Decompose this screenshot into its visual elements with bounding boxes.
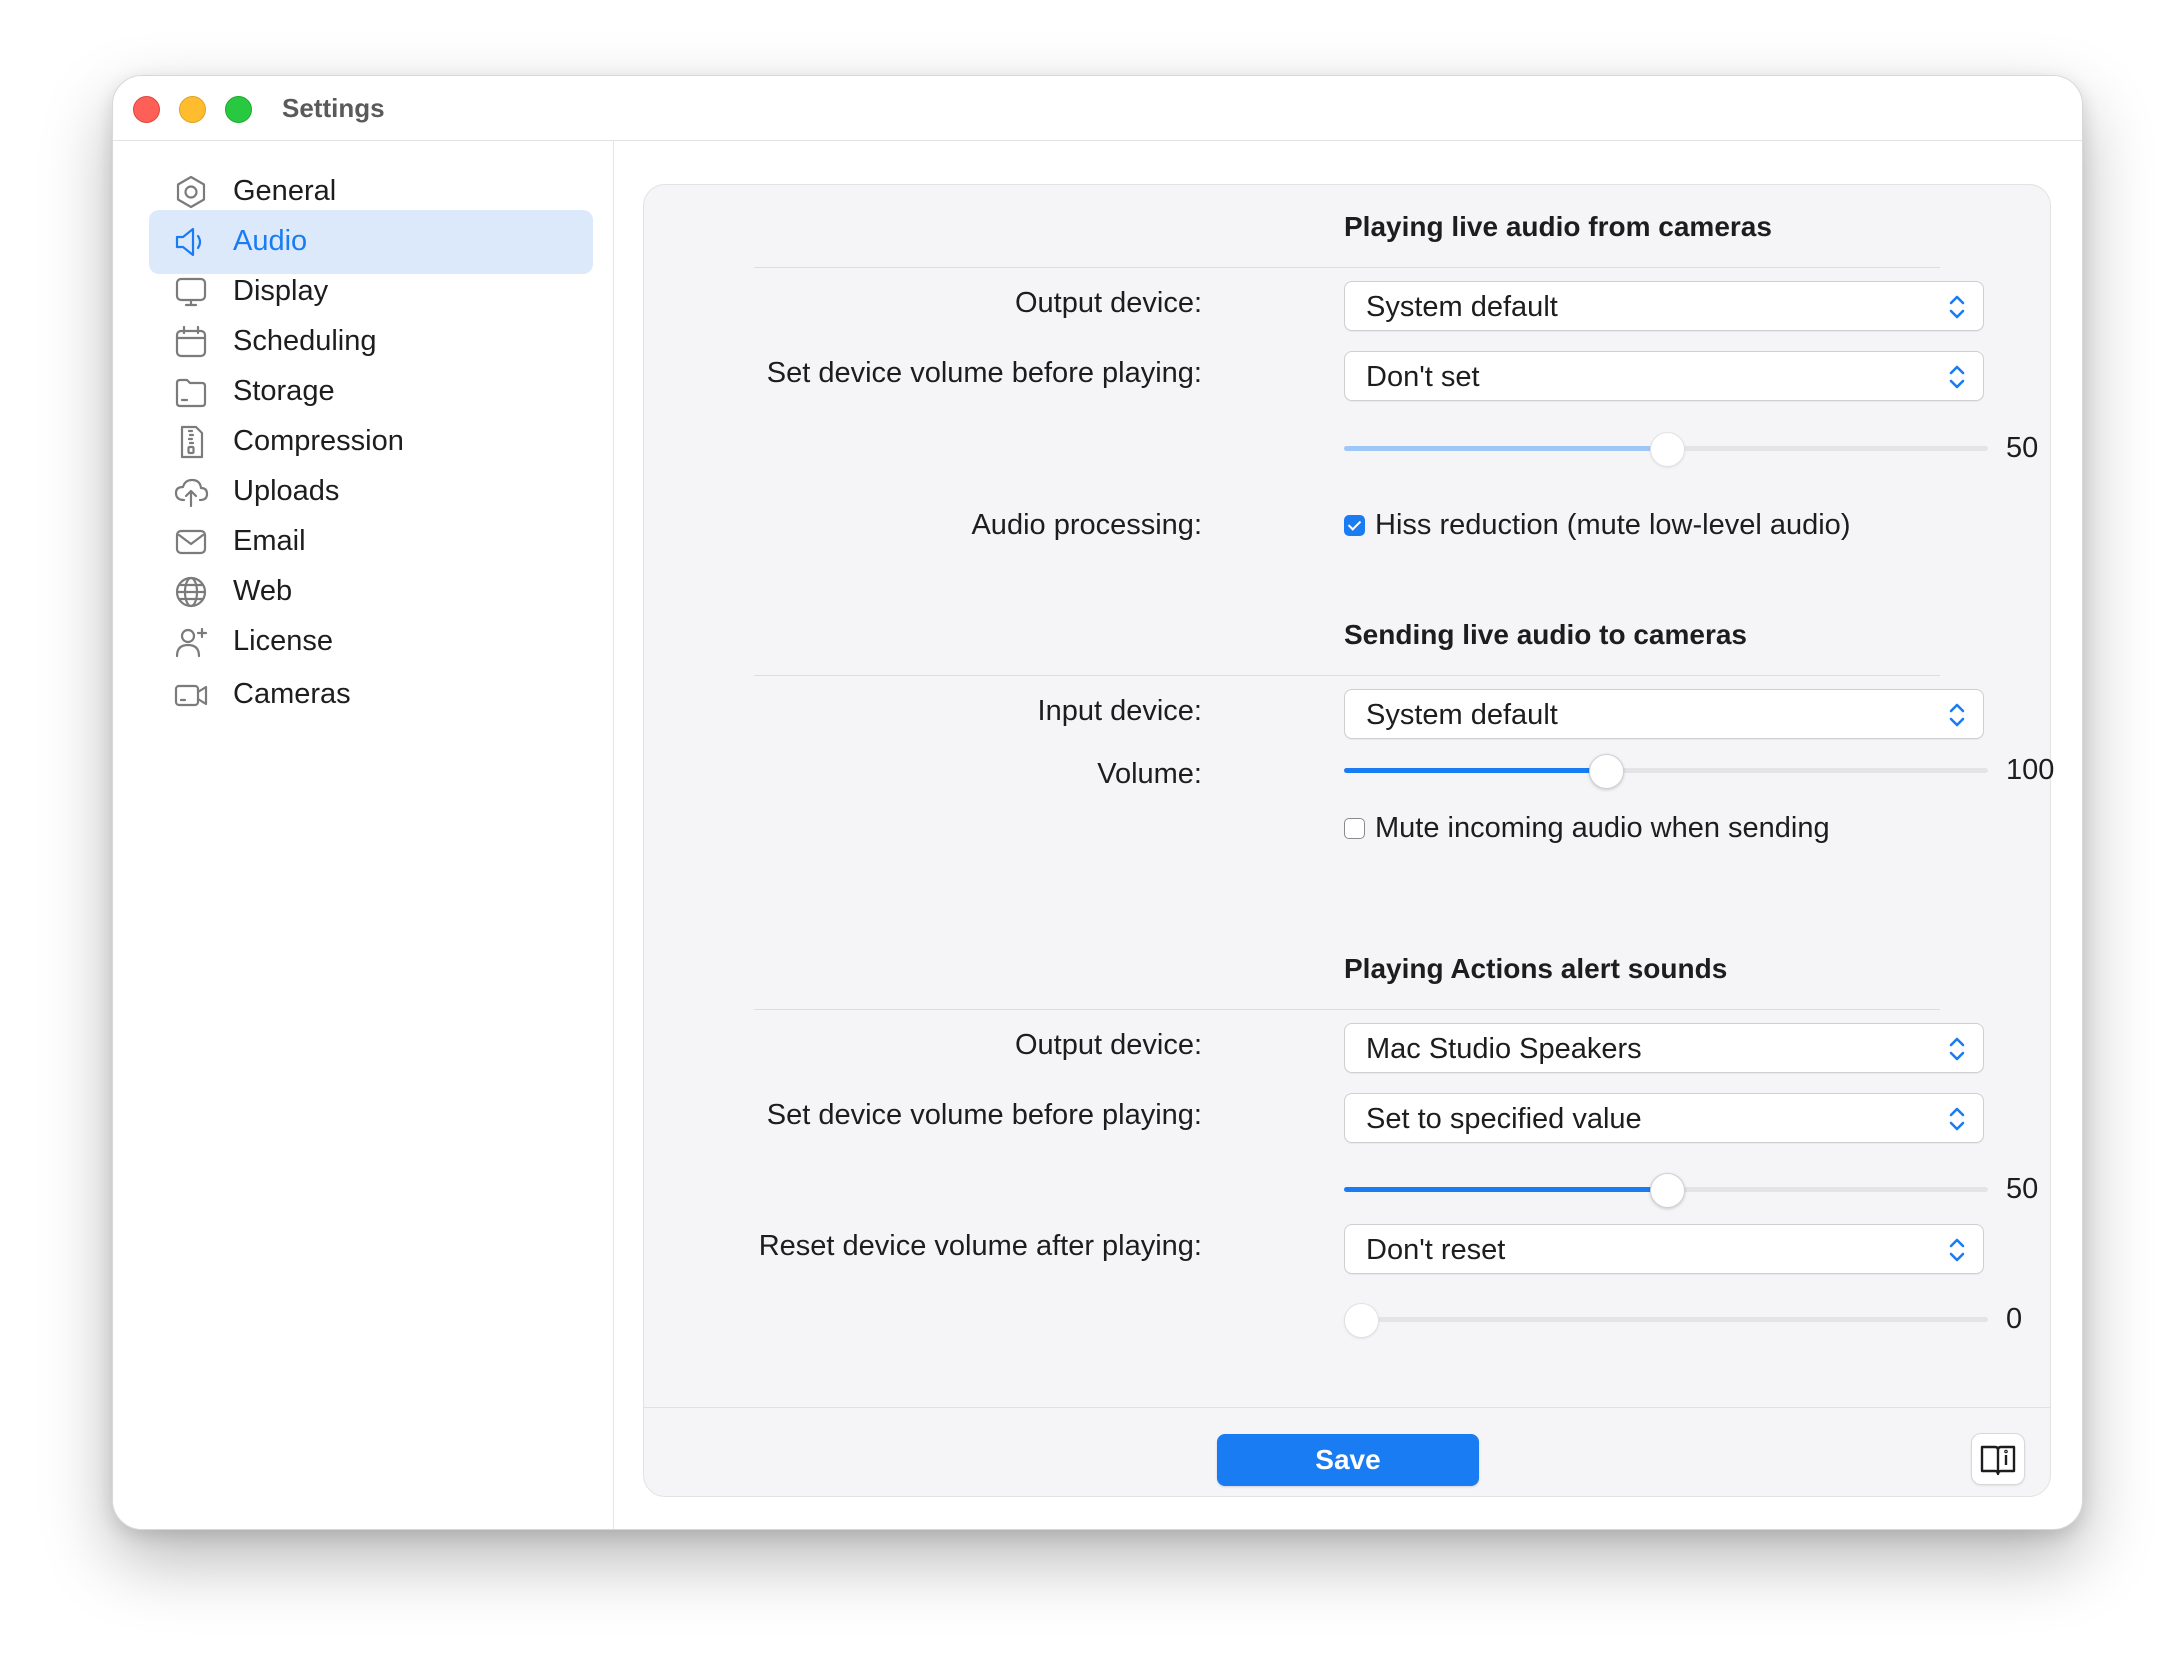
globe-icon	[173, 574, 209, 610]
sidebar-item-label: Display	[233, 275, 329, 307]
select-value: Set to specified value	[1366, 1103, 1642, 1135]
audio-settings-panel: Playing live audio from cameras Output d…	[643, 184, 2055, 1497]
monitor-icon	[173, 274, 209, 310]
sidebar-item-label: License	[233, 625, 333, 657]
checkbox-box[interactable]	[1344, 817, 1365, 839]
slider-fill	[1344, 1187, 1666, 1192]
window-title: Settings	[282, 93, 385, 123]
mute-incoming-checkbox[interactable]: Mute incoming audio when sending	[1344, 810, 1830, 846]
reset-volume-slider[interactable]	[1344, 1301, 1988, 1338]
settings-window: Settings General Audio Display Schedulin…	[112, 75, 2083, 1530]
output-device-select[interactable]: System default	[1344, 281, 1984, 331]
sidebar-item-label: General	[233, 175, 337, 207]
output-device-label: Output device:	[1015, 287, 1202, 319]
sidebar-item-label: Audio	[233, 225, 308, 257]
gear-icon	[173, 174, 209, 210]
alert-output-device-label: Output device:	[1015, 1029, 1202, 1061]
section-divider	[754, 675, 1940, 676]
cloud-upload-icon	[173, 474, 209, 510]
sidebar-item-cameras[interactable]: Cameras	[149, 663, 593, 727]
select-value: Mac Studio Speakers	[1366, 1033, 1642, 1065]
sidebar-item-label: Compression	[233, 425, 404, 457]
alert-output-device-select[interactable]: Mac Studio Speakers	[1344, 1023, 1984, 1073]
calendar-icon	[173, 324, 209, 360]
sidebar-item-label: Storage	[233, 375, 335, 407]
sending-volume-slider[interactable]	[1344, 752, 1988, 789]
section-title-actions-alerts: Playing Actions alert sounds	[1344, 953, 1728, 984]
alert-volume-value: 50	[2006, 1173, 2039, 1205]
section-divider	[754, 1009, 1940, 1010]
sending-volume-value: 100	[2006, 754, 2055, 786]
help-button[interactable]	[1971, 1433, 2025, 1485]
sidebar: General Audio Display Scheduling Storage…	[113, 141, 614, 1529]
chevron-up-down-icon	[1947, 700, 1967, 730]
set-volume-label: Set device volume before playing:	[766, 357, 1202, 389]
select-value: System default	[1366, 699, 1558, 731]
slider-track	[1344, 1317, 1988, 1322]
storage-icon	[173, 374, 209, 410]
reset-volume-value: 0	[2006, 1303, 2023, 1335]
chevron-up-down-icon	[1947, 1235, 1967, 1265]
alert-set-volume-select[interactable]: Set to specified value	[1344, 1093, 1984, 1143]
slider-fill	[1344, 768, 1605, 773]
alert-volume-slider[interactable]	[1344, 1171, 1988, 1208]
sidebar-item-label: Email	[233, 525, 306, 557]
checkbox-box[interactable]	[1344, 514, 1365, 536]
checkbox-label: Hiss reduction (mute low-level audio)	[1375, 508, 1851, 541]
sidebar-item-label: Uploads	[233, 475, 340, 507]
chevron-up-down-icon	[1947, 1034, 1967, 1064]
checkbox-label: Mute incoming audio when sending	[1375, 811, 1830, 844]
audio-processing-label: Audio processing:	[971, 509, 1202, 541]
book-info-icon	[1980, 1445, 2016, 1476]
section-divider	[754, 267, 1940, 268]
zoom-window-button[interactable]	[225, 96, 252, 123]
sidebar-item-label: Cameras	[233, 678, 351, 710]
select-value: Don't set	[1366, 361, 1480, 393]
speaker-icon	[173, 224, 209, 260]
zip-file-icon	[173, 424, 209, 460]
person-add-icon	[173, 624, 209, 660]
reset-volume-select[interactable]: Don't reset	[1344, 1224, 1984, 1274]
minimize-window-button[interactable]	[179, 96, 206, 123]
envelope-icon	[173, 524, 209, 560]
close-window-button[interactable]	[133, 96, 160, 123]
input-device-label: Input device:	[1037, 695, 1202, 727]
hiss-reduction-checkbox[interactable]: Hiss reduction (mute low-level audio)	[1344, 507, 1850, 543]
camera-icon	[173, 677, 209, 713]
slider-thumb[interactable]	[1650, 432, 1685, 467]
alert-set-volume-label: Set device volume before playing:	[766, 1099, 1202, 1131]
sidebar-item-label: Scheduling	[233, 325, 377, 357]
sidebar-item-label: Web	[233, 575, 293, 607]
chevron-up-down-icon	[1947, 1104, 1967, 1134]
chevron-up-down-icon	[1947, 292, 1967, 322]
section-title-sending-live: Sending live audio to cameras	[1344, 619, 1748, 650]
volume-label: Volume:	[1097, 758, 1202, 790]
select-value: Don't reset	[1366, 1234, 1506, 1266]
select-value: System default	[1366, 291, 1558, 323]
chevron-up-down-icon	[1947, 362, 1967, 392]
slider-thumb[interactable]	[1344, 1303, 1379, 1338]
save-button[interactable]: Save	[1217, 1434, 1479, 1486]
footer-divider	[644, 1407, 2050, 1408]
title-bar: Settings	[113, 76, 2082, 141]
playing-volume-value: 50	[2006, 432, 2039, 464]
input-device-select[interactable]: System default	[1344, 689, 1984, 739]
section-title-playing-live: Playing live audio from cameras	[1344, 211, 1772, 242]
playing-volume-slider[interactable]	[1344, 430, 1988, 467]
slider-thumb[interactable]	[1589, 754, 1624, 789]
slider-fill	[1344, 446, 1666, 451]
set-volume-select[interactable]: Don't set	[1344, 351, 1984, 401]
slider-thumb[interactable]	[1650, 1173, 1685, 1208]
reset-volume-label: Reset device volume after playing:	[758, 1230, 1202, 1262]
